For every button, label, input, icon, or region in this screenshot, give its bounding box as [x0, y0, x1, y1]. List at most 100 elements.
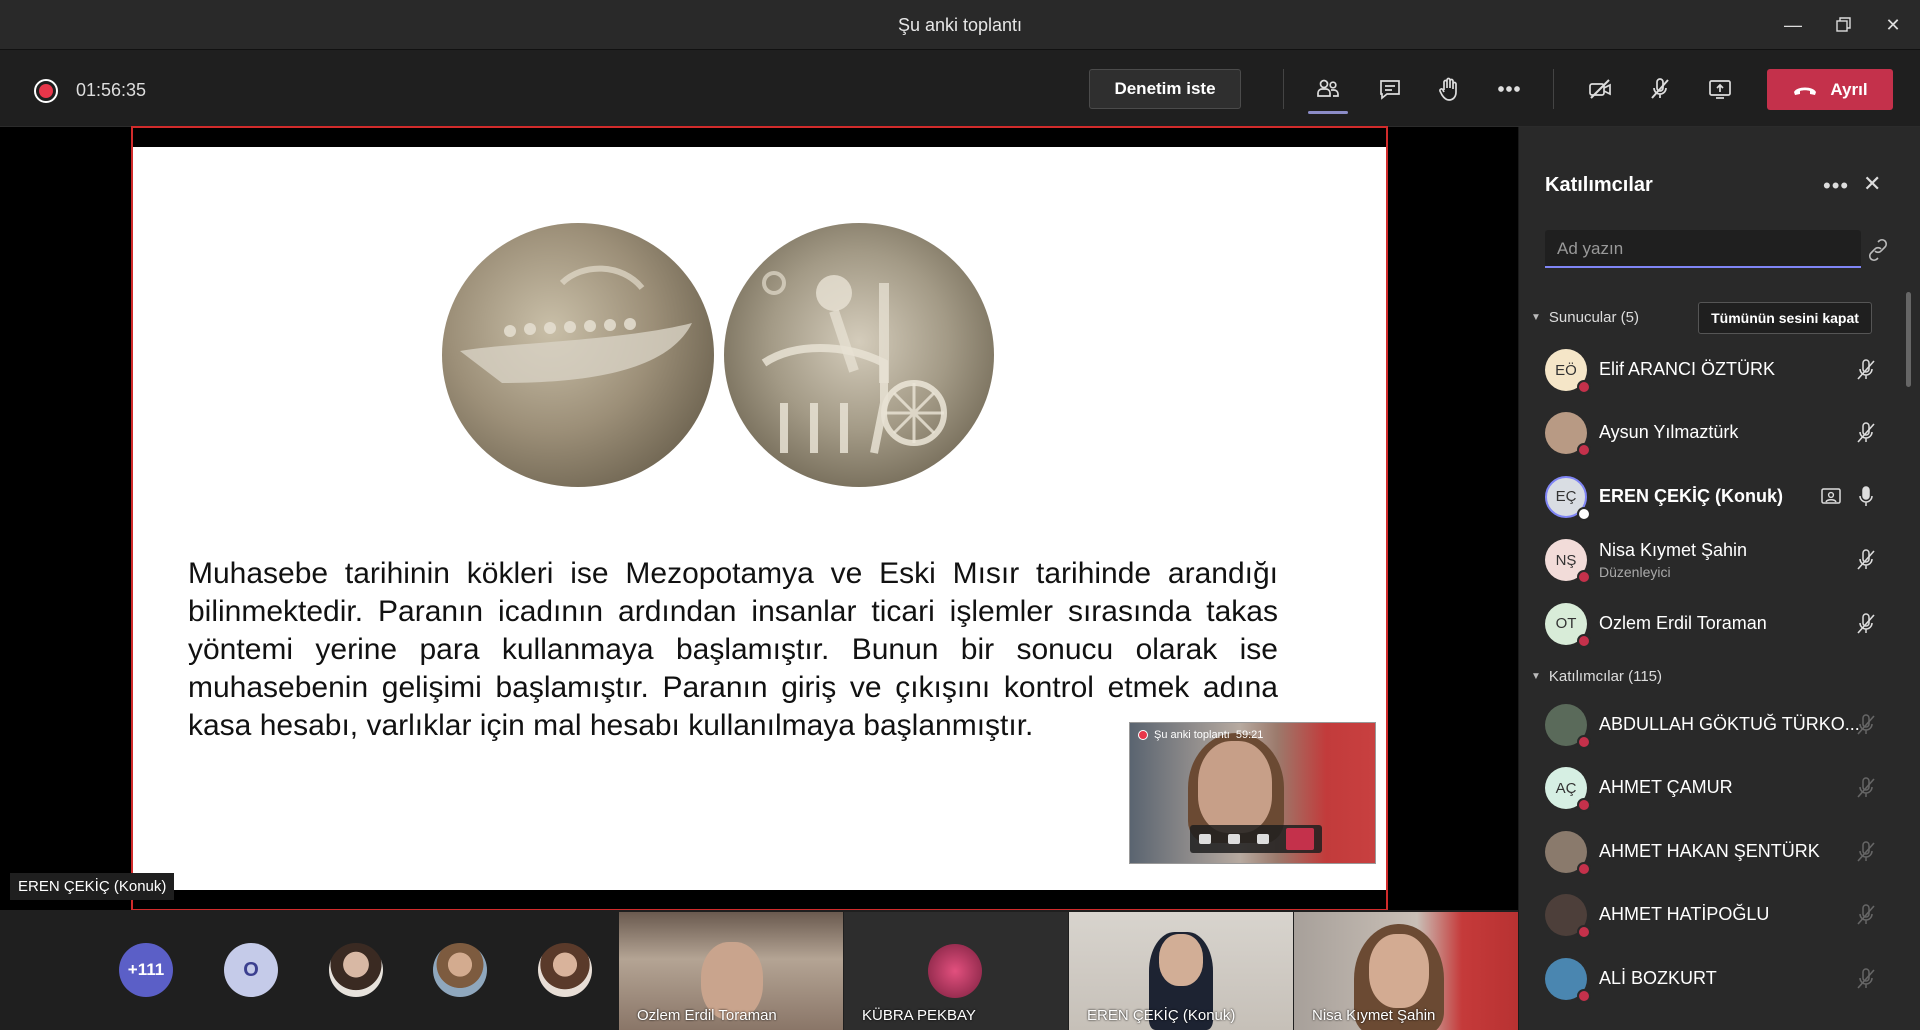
mini-meeting-window: Şu anki toplantı 59:21: [1129, 722, 1376, 864]
mic-off-icon[interactable]: [1640, 71, 1680, 107]
slide-text-line: yöntemi yerine para kullanmaya başlamışt…: [188, 633, 1278, 666]
participant-name: Aysun Yılmaztürk: [1599, 422, 1739, 443]
restore-icon[interactable]: [1821, 8, 1867, 42]
video-tile[interactable]: Ozlem Erdil Toraman: [619, 912, 843, 1030]
participant-search-input[interactable]: Ad yazın: [1545, 230, 1861, 268]
recording-icon: [34, 79, 58, 103]
presenter-screen-icon: [1819, 485, 1843, 509]
video-face: [1159, 934, 1203, 986]
presenter-row[interactable]: NŞ Nisa Kıymet Şahin Düzenleyici: [1519, 530, 1905, 592]
attendees-group-label: Katılımcılar (115): [1548, 668, 1662, 685]
mic-off-icon[interactable]: [1854, 902, 1878, 928]
participants-panel: Katılımcılar ••• ✕ Ad yazın ▼ Sunucular …: [1518, 127, 1920, 1030]
mic-on-icon[interactable]: [1854, 484, 1878, 510]
participant-avatar[interactable]: O: [224, 943, 278, 997]
participant-avatar[interactable]: [329, 943, 383, 997]
mini-camera-icon: [1198, 834, 1211, 844]
share-invite-link-icon[interactable]: [1865, 237, 1891, 263]
presence-status-icon: [1577, 380, 1591, 394]
video-tile-name: EREN ÇEKİÇ (Konuk): [1087, 1007, 1236, 1024]
mini-hang-up-icon: [1285, 828, 1314, 850]
attendee-row[interactable]: ABDULLAH GÖKTUĞ TÜRKO...: [1519, 695, 1905, 757]
presence-status-icon: [1577, 988, 1591, 1003]
mini-recording-icon: [1138, 730, 1148, 740]
participant-name: EREN ÇEKİÇ (Konuk): [1599, 485, 1783, 506]
presenter-row[interactable]: OT Ozlem Erdil Toraman: [1519, 594, 1905, 656]
attendee-row[interactable]: AÇ AHMET ÇAMUR: [1519, 758, 1905, 820]
mic-off-icon[interactable]: [1854, 712, 1878, 738]
mini-video-face: [1198, 741, 1272, 833]
presenter-row[interactable]: Aysun Yılmaztürk: [1519, 403, 1905, 465]
participant-name: Nisa Kıymet Şahin: [1599, 540, 1748, 561]
participant-avatar[interactable]: [538, 943, 592, 997]
participant-role: Düzenleyici: [1599, 564, 1671, 581]
mini-window-title: Şu anki toplantı: [1154, 729, 1230, 741]
video-tile-name: Nisa Kıymet Şahin: [1312, 1007, 1436, 1024]
mic-off-icon[interactable]: [1854, 775, 1878, 801]
request-control-button[interactable]: Denetim iste: [1089, 69, 1241, 109]
participant-avatar[interactable]: [433, 943, 487, 997]
panel-close-icon[interactable]: ✕: [1863, 171, 1881, 197]
share-screen-icon[interactable]: [1700, 71, 1740, 107]
participant-name: AHMET HATİPOĞLU: [1599, 904, 1770, 925]
panel-scrollbar[interactable]: [1906, 292, 1911, 387]
participant-name: Elif ARANCI ÖZTÜRK: [1599, 359, 1776, 379]
mic-off-icon[interactable]: [1854, 357, 1878, 383]
raise-hand-icon[interactable]: [1429, 71, 1469, 107]
presence-status-icon: [1577, 735, 1591, 749]
leave-button[interactable]: Ayrıl: [1767, 69, 1893, 110]
participants-icon[interactable]: [1308, 71, 1348, 107]
video-tile[interactable]: EREN ÇEKİÇ (Konuk): [1069, 912, 1293, 1030]
attendee-row[interactable]: ALİ BOZKURT: [1519, 949, 1905, 1011]
window-title: Şu anki toplantı: [897, 15, 1023, 35]
slide-letterbox-top: [133, 128, 1386, 147]
video-tile-name: Ozlem Erdil Toraman: [637, 1007, 777, 1024]
presenter-row[interactable]: EÇ EREN ÇEKİÇ (Konuk): [1519, 467, 1905, 529]
close-window-icon[interactable]: ✕: [1870, 8, 1916, 42]
more-participants-button[interactable]: +111: [119, 943, 173, 997]
mic-off-icon[interactable]: [1854, 839, 1878, 865]
video-face: [1369, 934, 1429, 1008]
participant-avatar: [928, 944, 982, 998]
presence-status-icon: [1577, 633, 1591, 648]
attendee-row[interactable]: AHMET HATİPOĞLU: [1519, 885, 1905, 947]
mic-off-icon[interactable]: [1854, 966, 1878, 992]
panel-more-icon[interactable]: •••: [1823, 173, 1849, 199]
participant-name: Ozlem Erdil Toraman: [1599, 612, 1767, 633]
mic-off-icon[interactable]: [1854, 611, 1878, 637]
presence-status-icon: [1577, 798, 1591, 813]
leave-label: Ayrıl: [1830, 79, 1868, 99]
mic-off-icon[interactable]: [1854, 420, 1878, 446]
participants-active-indicator: [1308, 111, 1348, 114]
meeting-toolbar: 01:56:35 Denetim iste Ayrıl: [0, 51, 1920, 127]
mini-mic-icon: [1227, 834, 1240, 844]
camera-off-icon[interactable]: [1580, 71, 1620, 107]
video-tile[interactable]: KÜBRA PEKBAY: [844, 912, 1068, 1030]
mini-window-header: Şu anki toplantı 59:21: [1138, 729, 1263, 741]
slide-text-line: bilinmektedir. Paranın icadının ardından…: [188, 595, 1278, 628]
title-bar: Şu anki toplantı — ✕: [0, 0, 1920, 50]
participant-name: ABDULLAH GÖKTUĞ TÜRKO...: [1599, 714, 1860, 734]
presenter-row[interactable]: EÖ Elif ARANCI ÖZTÜRK: [1519, 340, 1905, 402]
toolbar-divider: [1553, 69, 1554, 109]
more-options-icon[interactable]: [1489, 71, 1529, 107]
slide-body-text: Muhasebe tarihinin kökleri ise Mezopotam…: [188, 555, 1278, 745]
chat-icon[interactable]: [1370, 71, 1410, 107]
coin-image-chariot: [724, 223, 994, 487]
active-speaker-tag: EREN ÇEKİÇ (Konuk): [10, 873, 175, 900]
toolbar-divider: [1283, 69, 1284, 109]
meeting-timer: 01:56:35: [76, 80, 147, 100]
video-tile[interactable]: Nisa Kıymet Şahin: [1294, 912, 1518, 1030]
attendees-group-header[interactable]: ▼ Katılımcılar (115): [1531, 668, 1662, 685]
presenters-group-label: Sunucular (5): [1548, 309, 1639, 326]
mic-off-icon[interactable]: [1854, 547, 1878, 573]
attendee-row[interactable]: AHMET HAKAN ŞENTÜRK: [1519, 822, 1905, 884]
participant-name: ALİ BOZKURT: [1599, 967, 1717, 988]
mini-window-time: 59:21: [1235, 729, 1264, 741]
slide-text-line: muhasebenin gelişimi başlamıştır. Paranı…: [188, 671, 1278, 704]
mute-all-button[interactable]: Tümünün sesini kapat: [1698, 302, 1872, 334]
presenters-group-header[interactable]: ▼ Sunucular (5): [1531, 309, 1639, 326]
mini-controls: [1190, 825, 1322, 853]
minimize-icon[interactable]: —: [1770, 8, 1816, 42]
collapse-chevron-icon: ▼: [1531, 671, 1541, 682]
